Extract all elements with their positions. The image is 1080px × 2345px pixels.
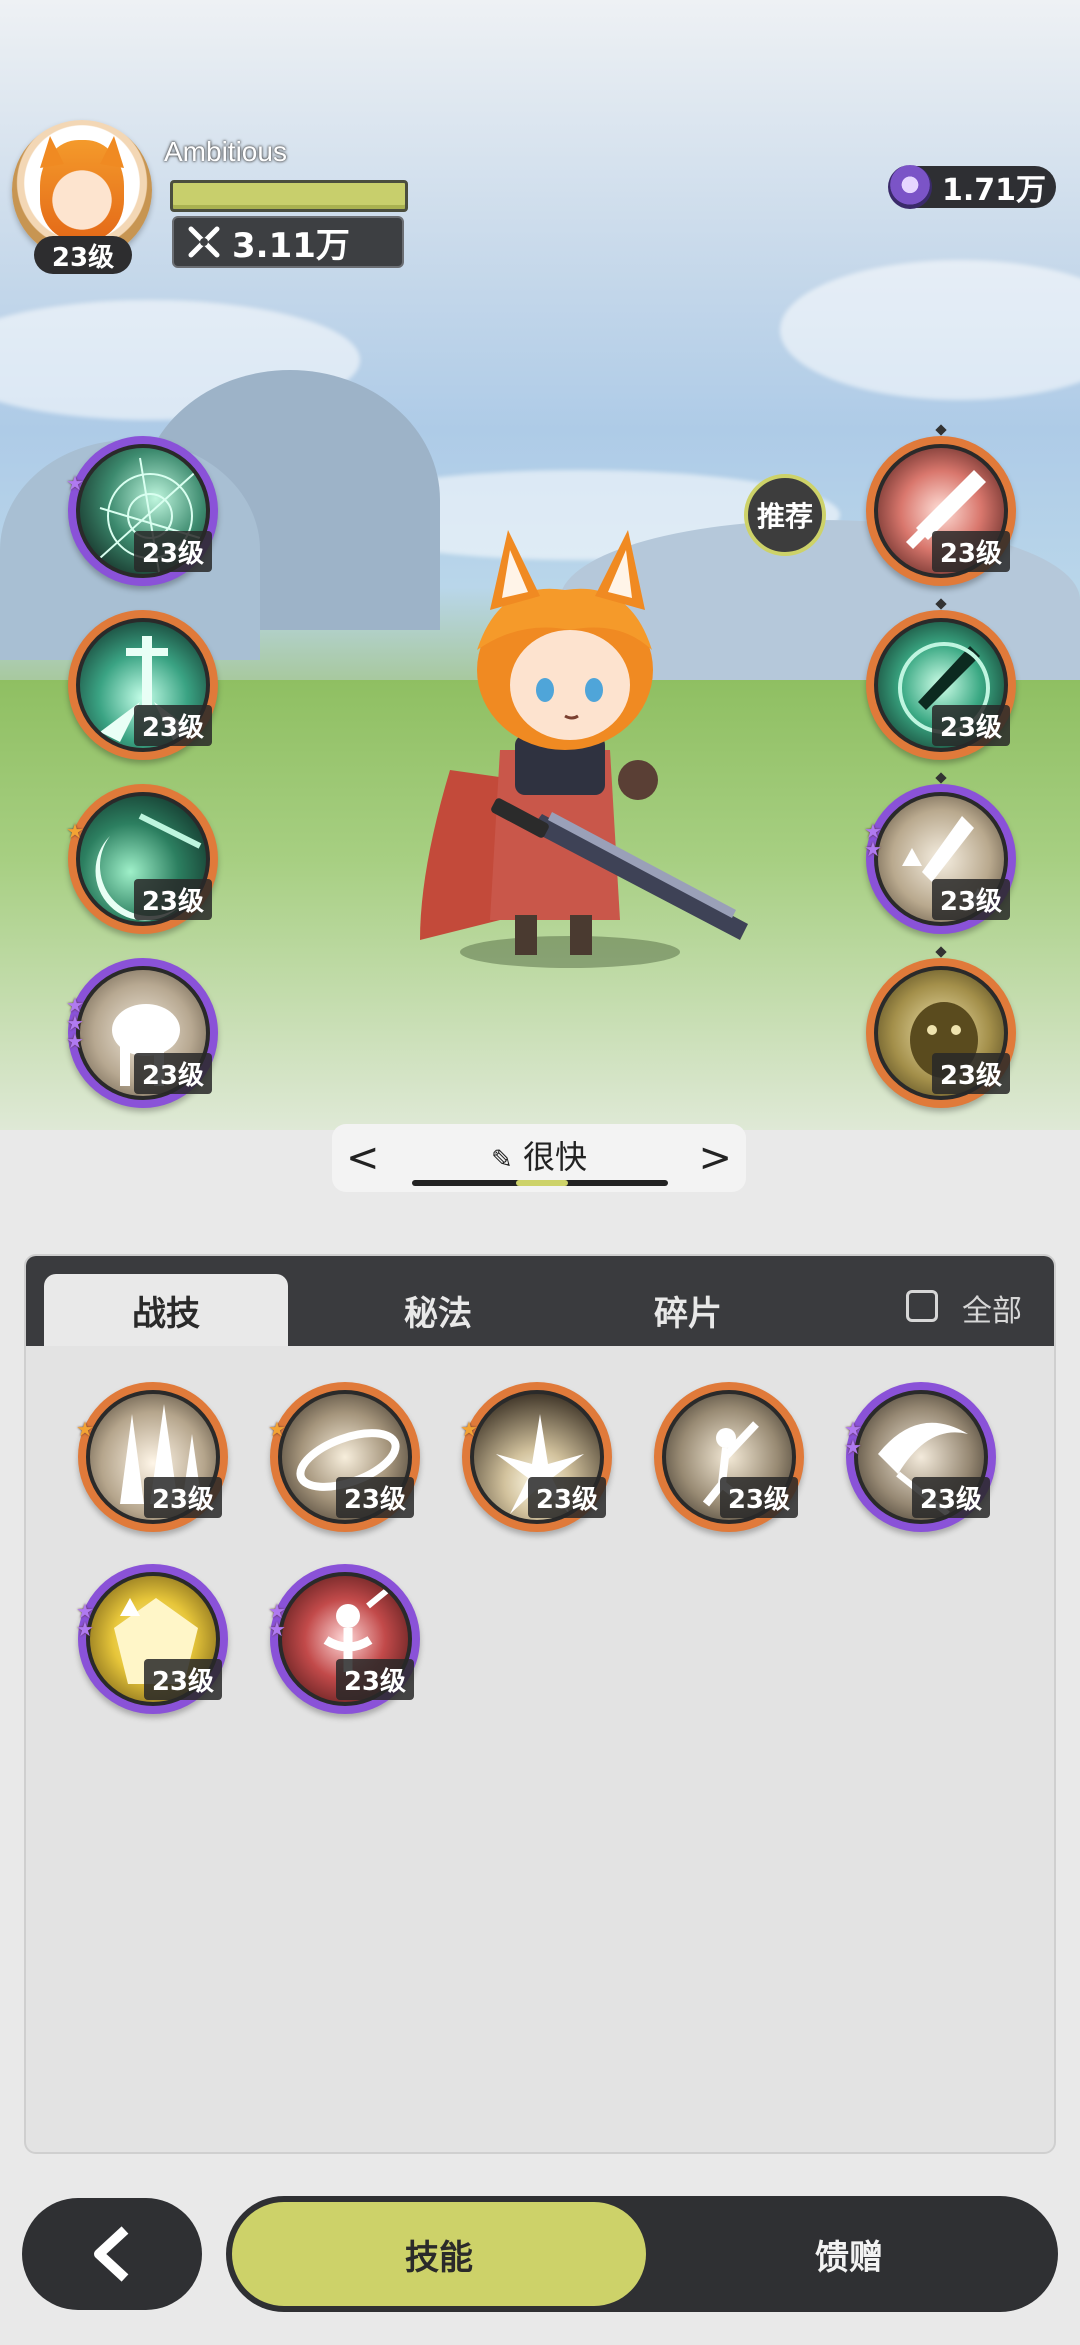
equipped-skill-right-1[interactable]: 23级 [866,424,1016,586]
purple-gem-icon [888,165,932,209]
skill-level: 23级 [527,1477,606,1518]
skill-level: 23级 [133,879,212,920]
skill-level: 23级 [335,1659,414,1700]
show-all-checkbox[interactable] [906,1290,938,1322]
skill-level: 23级 [931,705,1010,746]
skill-card-2[interactable]: ★ 23级 [268,1382,420,1532]
speed-value: 很快 [522,1138,587,1176]
skill-grid: ★ 23级 ★ 23级 ★ 23级 23级 ★ ★ 23级 ★ ★ 23级 ★ … [26,1346,1054,2152]
crossed-swords-icon [186,224,222,260]
skill-level: 23级 [133,705,212,746]
skill-level: 23级 [719,1477,798,1518]
tab-combat-skills[interactable]: 战技 [44,1274,288,1346]
equipped-skill-left-4[interactable]: ★ ★ ★ 23级 [66,958,218,1108]
skill-level: 23级 [335,1477,414,1518]
skill-level: 23级 [931,1053,1010,1094]
pencil-icon: ✎ [491,1145,513,1175]
skill-card-6[interactable]: ★ ★ 23级 [76,1564,228,1714]
speed-track [412,1180,668,1186]
hero-character [380,520,760,970]
equipped-skill-right-4[interactable]: 23级 [866,946,1016,1108]
skill-card-4[interactable]: 23级 [654,1382,804,1532]
skill-card-7[interactable]: ★ ★ 23级 [268,1564,420,1714]
player-hp-bar [170,180,408,212]
equipped-skill-right-3[interactable]: ★ ★ 23级 [864,772,1016,934]
player-name: Ambitious [164,136,287,167]
equipped-skill-left-1[interactable]: ★ 23级 [66,436,218,586]
combat-power: 3.11万 [172,216,404,268]
equipped-skill-left-3[interactable]: ★ 23级 [66,784,218,934]
equipped-skill-left-2[interactable]: 23级 [68,610,218,760]
skill-level: 23级 [133,1053,212,1094]
speed-label: ✎ 很快 [332,1132,746,1178]
skill-inventory-panel: 战技 秘法 碎片 全部 ★ 23级 ★ 23级 ★ 23级 23级 ★ ★ 23… [24,1254,1056,2154]
skill-card-5[interactable]: ★ ★ 23级 [844,1382,996,1532]
currency-display[interactable]: 1.71万 [888,165,1056,209]
combat-power-value: 3.11万 [232,225,350,266]
equipped-skill-right-2[interactable]: 23级 [866,598,1016,760]
show-all-label: 全部 [962,1294,1022,1329]
speed-indicator [516,1180,568,1186]
skill-level: 23级 [931,879,1010,920]
skill-card-3[interactable]: ★ 23级 [460,1382,612,1532]
back-arrow-icon [94,2226,129,2282]
bottom-tab-bar: 技能 馈赠 [226,2196,1058,2312]
skill-level: 23级 [931,531,1010,572]
tab-fragments[interactable]: 碎片 [566,1274,810,1346]
player-level-badge: 23级 [34,236,132,274]
skill-level: 23级 [911,1477,990,1518]
skill-level: 23级 [143,1659,222,1700]
currency-amount: 1.71万 [942,173,1047,208]
skill-level: 23级 [133,531,212,572]
tab-arcana[interactable]: 秘法 [316,1274,560,1346]
tab-gift[interactable]: 馈赠 [646,2202,1052,2306]
skill-category-tabs: 战技 秘法 碎片 全部 [26,1256,1054,1346]
battle-speed-selector: < ✎ 很快 > [332,1124,746,1192]
speed-next-button[interactable]: > [698,1138,732,1178]
skill-card-1[interactable]: ★ 23级 [76,1382,228,1532]
tab-skills[interactable]: 技能 [232,2202,646,2306]
skill-level: 23级 [143,1477,222,1518]
back-button[interactable] [22,2198,202,2310]
